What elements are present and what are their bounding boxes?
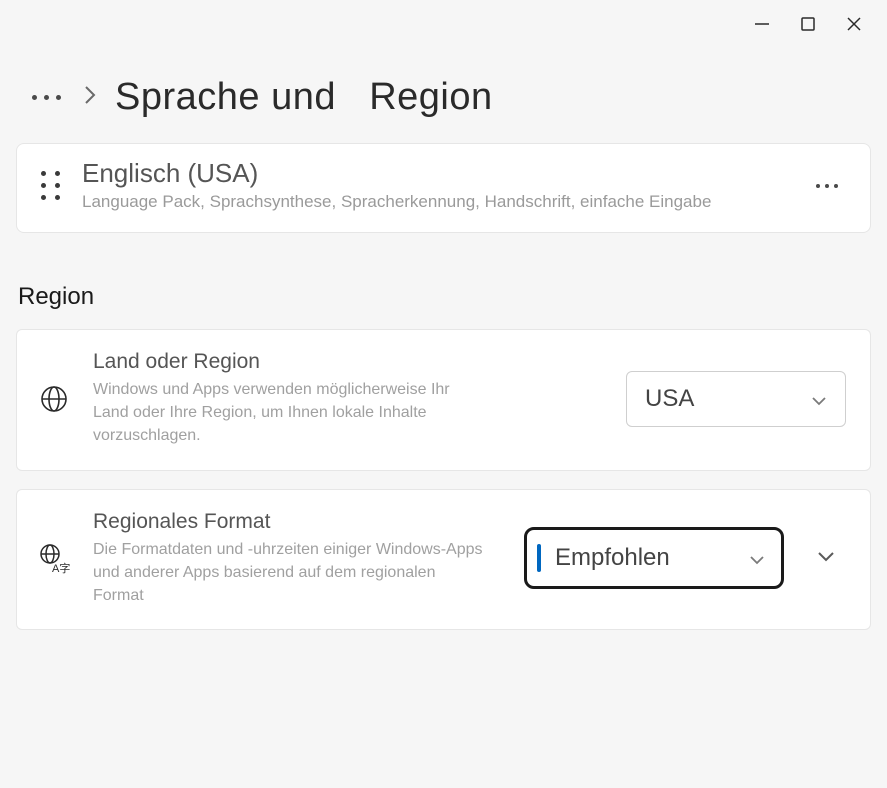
regional-format-description: Die Formatdaten und -uhrzeiten einiger W… bbox=[93, 538, 483, 608]
country-region-dropdown[interactable]: USA bbox=[626, 371, 846, 427]
country-region-body: Land oder Region Windows und Apps verwen… bbox=[93, 350, 604, 448]
language-item-more-button[interactable] bbox=[808, 176, 846, 196]
regional-format-setting: A字 Regionales Format Die Formatdaten und… bbox=[16, 489, 871, 631]
language-item-english-usa[interactable]: Englisch (USA) Language Pack, Sprachsynt… bbox=[16, 143, 871, 233]
regional-format-dropdown[interactable]: Empfohlen bbox=[524, 527, 784, 589]
chevron-down-icon bbox=[811, 385, 827, 413]
breadcrumb: Sprache und Region bbox=[0, 48, 887, 143]
country-region-title: Land oder Region bbox=[93, 350, 604, 374]
language-item-title: Englisch (USA) bbox=[82, 158, 786, 189]
page-title: Sprache und Region bbox=[115, 76, 493, 119]
maximize-icon bbox=[800, 16, 816, 32]
svg-text:A字: A字 bbox=[52, 561, 70, 574]
regional-format-value: Empfohlen bbox=[555, 544, 749, 572]
close-button[interactable] bbox=[831, 4, 877, 44]
minimize-button[interactable] bbox=[739, 4, 785, 44]
country-region-setting: Land oder Region Windows und Apps verwen… bbox=[16, 329, 871, 471]
window-titlebar bbox=[0, 0, 887, 48]
drag-handle-icon[interactable] bbox=[41, 171, 60, 200]
regional-format-title: Regionales Format bbox=[93, 510, 502, 534]
expand-button[interactable] bbox=[806, 541, 846, 575]
country-region-value: USA bbox=[645, 385, 694, 413]
minimize-icon bbox=[753, 15, 771, 33]
chevron-right-icon bbox=[83, 84, 97, 112]
chevron-down-icon bbox=[816, 550, 836, 562]
language-item-body: Englisch (USA) Language Pack, Sprachsynt… bbox=[82, 158, 786, 214]
regional-format-body: Regionales Format Die Formatdaten und -u… bbox=[93, 510, 502, 608]
region-section-header: Region bbox=[18, 283, 871, 311]
focus-accent bbox=[537, 544, 541, 572]
country-region-description: Windows und Apps verwenden möglicherweis… bbox=[93, 378, 483, 448]
chevron-down-icon bbox=[749, 544, 765, 572]
globe-icon bbox=[37, 384, 71, 414]
maximize-button[interactable] bbox=[785, 4, 831, 44]
breadcrumb-overflow-button[interactable] bbox=[28, 91, 65, 104]
close-icon bbox=[845, 15, 863, 33]
language-item-description: Language Pack, Sprachsynthese, Spracherk… bbox=[82, 191, 786, 214]
globe-language-icon: A字 bbox=[37, 542, 71, 574]
